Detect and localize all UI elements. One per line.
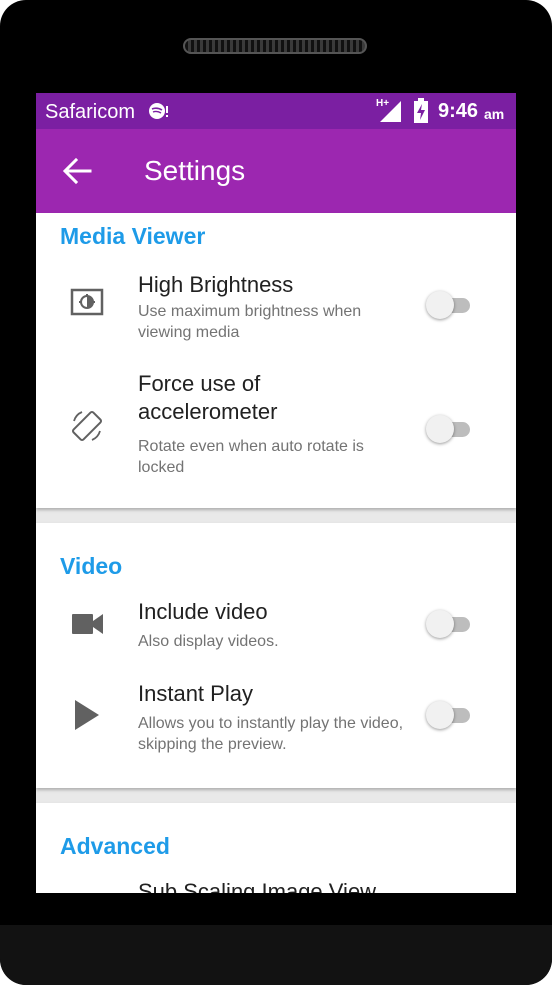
phone-frame: Safaricom H+ 9:46 am Settings Media View… xyxy=(0,0,552,985)
switch-thumb xyxy=(426,701,454,729)
setting-subtitle: Allows you to instantly play the video, … xyxy=(138,715,404,753)
setting-instant-play[interactable]: Instant Play Allows you to instantly pla… xyxy=(36,678,516,768)
signal-icon xyxy=(380,101,401,122)
setting-title: Sub Scaling Image View xyxy=(138,879,377,893)
videocam-icon xyxy=(72,614,103,634)
section-title: Video xyxy=(60,553,123,579)
play-icon xyxy=(75,700,99,730)
screen-rotation-icon xyxy=(71,410,103,442)
status-bar: Safaricom H+ 9:46 am xyxy=(36,93,516,129)
instant-play-switch[interactable] xyxy=(426,698,476,732)
section-advanced: Advanced Sub Scaling Image View xyxy=(36,803,516,893)
switch-thumb xyxy=(426,415,454,443)
switch-thumb xyxy=(426,610,454,638)
switch-thumb xyxy=(426,291,454,319)
brightness-icon xyxy=(70,288,104,316)
setting-title: Instant Play xyxy=(138,681,253,706)
setting-title: Force use of accelerometer xyxy=(138,371,278,424)
setting-subtitle: Rotate even when auto rotate is locked xyxy=(138,438,364,476)
setting-force-accelerometer[interactable]: Force use of accelerometer Rotate even w… xyxy=(36,371,516,498)
setting-subtitle: Use maximum brightness when viewing medi… xyxy=(138,303,362,341)
clock-ampm: am xyxy=(484,106,505,122)
include-video-switch[interactable] xyxy=(426,607,476,641)
carrier-name: Safaricom xyxy=(45,101,136,123)
app-bar: Settings xyxy=(36,129,516,213)
setting-high-brightness[interactable]: High Brightness Use maximum brightness w… xyxy=(36,263,516,358)
section-title: Media Viewer xyxy=(60,223,206,249)
setting-title: Include video xyxy=(138,599,268,624)
spotify-icon xyxy=(149,103,168,119)
setting-include-video[interactable]: Include video Also display videos. xyxy=(36,593,516,663)
force-accelerometer-switch[interactable] xyxy=(426,412,476,446)
screen: Safaricom H+ 9:46 am Settings Media View… xyxy=(36,93,516,893)
page-title: Settings xyxy=(144,155,246,186)
section-title: Advanced xyxy=(60,833,170,859)
high-brightness-switch[interactable] xyxy=(426,288,476,322)
section-video: Video Include video Also display videos.… xyxy=(36,523,516,788)
speaker-grille xyxy=(183,38,367,54)
phone-chin xyxy=(0,925,552,985)
section-media-viewer: Media Viewer High Brightness Use maximum… xyxy=(36,213,516,508)
clock-time: 9:46 xyxy=(438,100,479,122)
setting-sub-scaling[interactable]: Sub Scaling Image View xyxy=(36,878,516,893)
arrow-back-icon[interactable] xyxy=(62,157,92,185)
setting-subtitle: Also display videos. xyxy=(138,633,279,650)
battery-charging-icon xyxy=(414,98,428,123)
setting-title: High Brightness xyxy=(138,272,294,297)
